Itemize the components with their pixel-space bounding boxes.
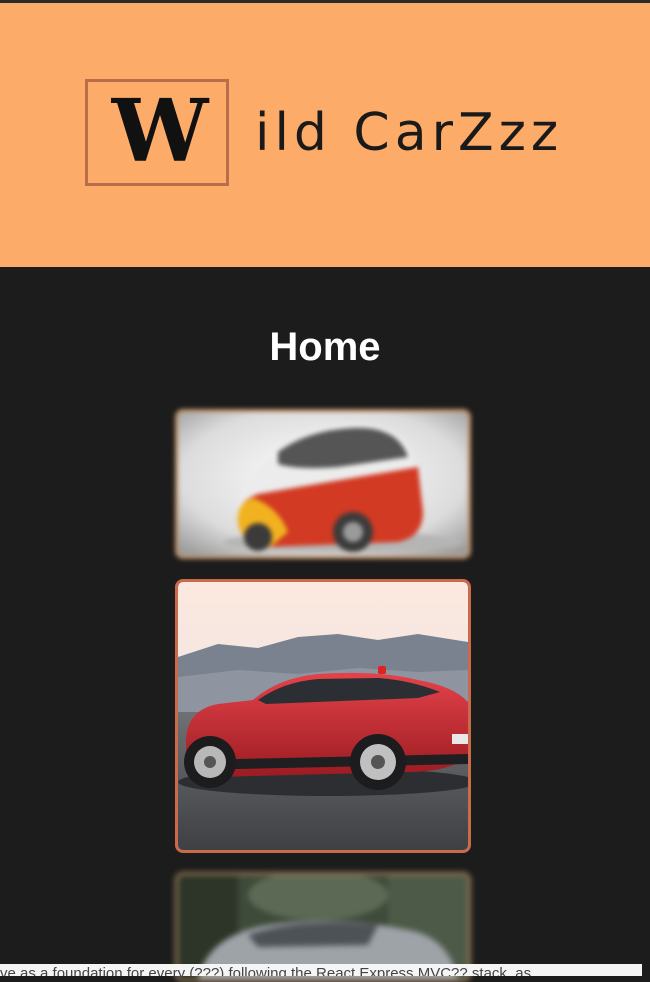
car-image-concept <box>178 412 468 556</box>
site-logo[interactable]: W ild CarZzz <box>85 79 585 187</box>
logo-frame: W <box>85 79 229 186</box>
car-image-crossover <box>178 582 468 850</box>
page-title: Home <box>269 325 381 369</box>
scrollbar-corner <box>642 964 650 976</box>
footer-caption: ve as a foundation for every (???) follo… <box>0 964 642 976</box>
site-header: W ild CarZzz <box>0 3 650 267</box>
logo-wordmark: ild CarZzz <box>255 103 564 163</box>
car-card-1[interactable] <box>175 409 471 559</box>
car-card-2[interactable] <box>175 579 471 853</box>
logo-letter: W <box>111 81 209 182</box>
